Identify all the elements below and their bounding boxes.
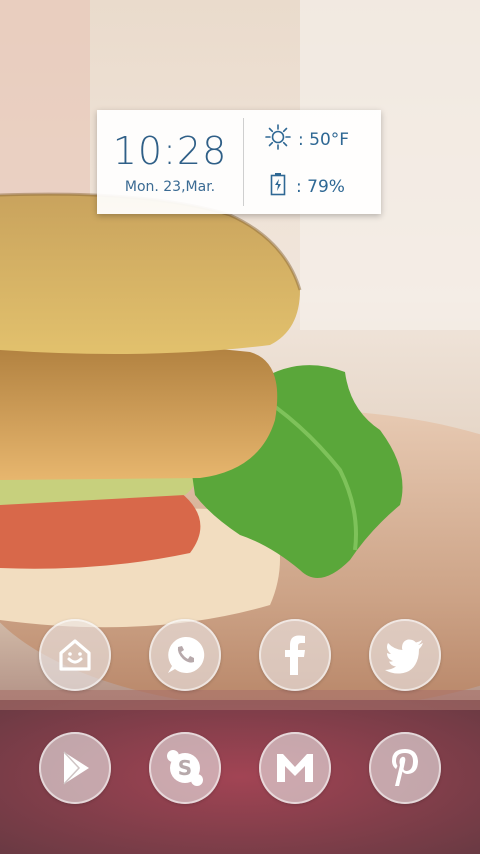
skype-icon: S: [167, 750, 203, 786]
smiley-home-icon: [59, 639, 91, 671]
play-store-app[interactable]: [39, 732, 111, 804]
clock-time: 10:28: [112, 129, 228, 173]
whatsapp-app[interactable]: [149, 619, 221, 691]
battery-charging-icon: [270, 172, 286, 201]
weather-row[interactable]: : 50°F: [264, 123, 381, 156]
status-panel: : 50°F : 79%: [244, 110, 381, 214]
temperature-text: : 50°F: [298, 129, 350, 150]
clock-date: Mon. 23,Mar.: [124, 179, 216, 195]
clock-panel[interactable]: 10:28 Mon. 23,Mar.: [97, 110, 243, 214]
skype-app[interactable]: S: [149, 732, 221, 804]
gmail-app[interactable]: [259, 732, 331, 804]
pinterest-icon: [392, 749, 418, 786]
facebook-icon: [285, 635, 305, 675]
launcher-home-app[interactable]: [39, 619, 111, 691]
play-store-icon: [63, 751, 89, 785]
pinterest-app[interactable]: [369, 732, 441, 804]
twitter-app[interactable]: [369, 619, 441, 691]
twitter-bird-icon: [385, 639, 423, 674]
whatsapp-icon: [168, 636, 205, 673]
facebook-app[interactable]: [259, 619, 331, 691]
svg-text:S: S: [178, 756, 192, 780]
battery-text: : 79%: [296, 176, 345, 197]
battery-row[interactable]: : 79%: [264, 172, 381, 201]
sun-icon: [264, 123, 292, 156]
gmail-m-icon: [277, 754, 313, 782]
clock-weather-widget[interactable]: 10:28 Mon. 23,Mar. : 50°F: 79%: [97, 110, 381, 214]
